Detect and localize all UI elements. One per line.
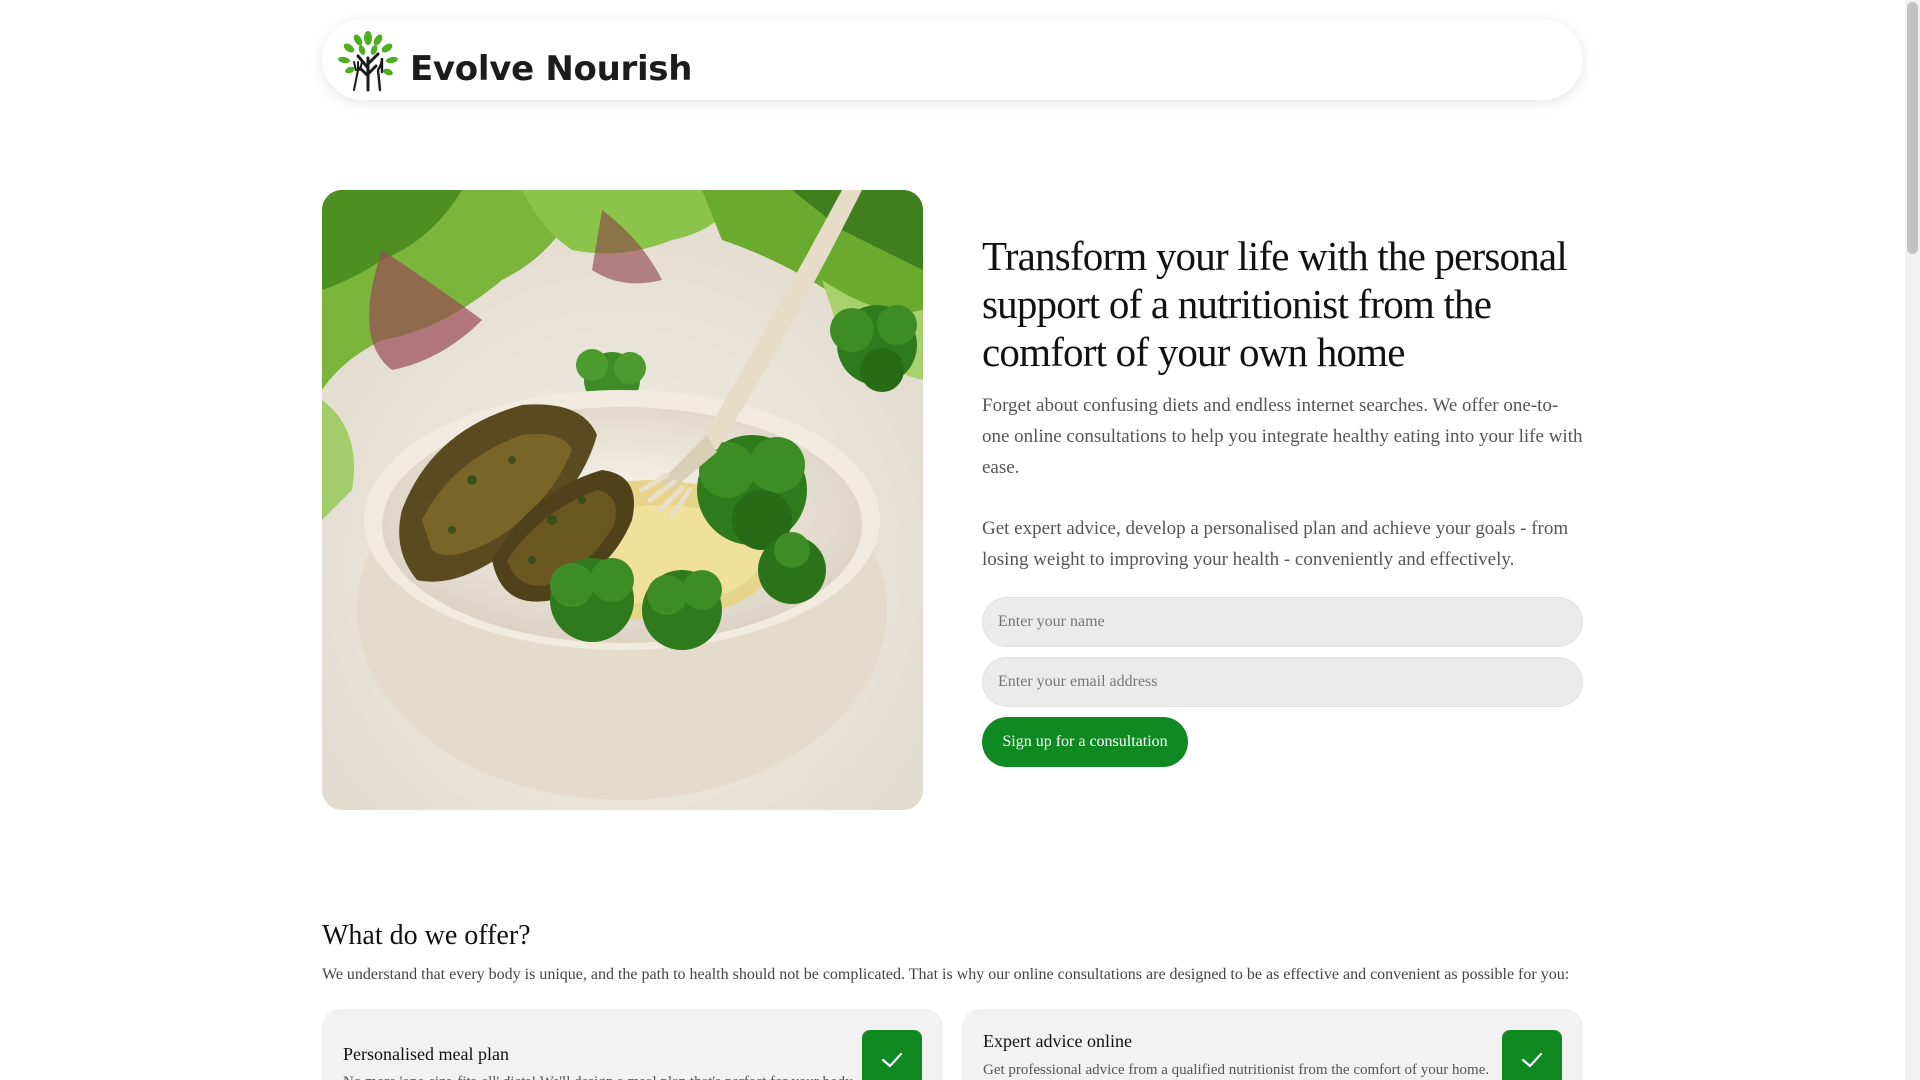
check-icon	[862, 1030, 922, 1080]
hero-content: Transform your life with the personal su…	[982, 232, 1583, 767]
check-icon	[1502, 1030, 1562, 1080]
logo[interactable]: Evolve Nourish	[332, 28, 692, 92]
offer-card-desc: No more 'one-size-fits-all' diets! We'll…	[343, 1071, 863, 1080]
offer-card-meal-plan: Personalised meal plan No more 'one-size…	[322, 1009, 943, 1080]
hero-paragraph-2: Get expert advice, develop a personalise…	[982, 518, 1569, 570]
offer-card-title: Expert advice online	[983, 1031, 1132, 1051]
page-scrollbar[interactable]	[1905, 0, 1920, 1080]
tree-logo-icon	[338, 30, 398, 91]
offer-card-title: Personalised meal plan	[343, 1044, 509, 1064]
hero-paragraph-1: Forget about confusing diets and endless…	[982, 395, 1583, 478]
email-field-placeholder: Enter your email address	[998, 673, 1158, 690]
signup-consultation-button[interactable]: Sign up for a consultation	[982, 717, 1188, 767]
logo-text: Evolve Nourish	[410, 48, 693, 89]
offer-section-subtitle: We understand that every body is unique,…	[322, 966, 1570, 983]
offer-card-expert-advice: Expert advice online Get professional ad…	[962, 1009, 1583, 1080]
email-field[interactable]: Enter your email address	[982, 657, 1583, 707]
hero-image	[322, 190, 923, 810]
hero-title: Transform your life with the personal su…	[982, 233, 1568, 375]
name-field-placeholder: Enter your name	[998, 613, 1105, 630]
offer-section-title: What do we offer?	[322, 920, 531, 951]
scrollbar-thumb[interactable]	[1907, 2, 1918, 254]
site-header: Evolve Nourish	[322, 19, 1583, 100]
food-bowl-illustration	[322, 190, 923, 810]
name-field[interactable]: Enter your name	[982, 597, 1583, 647]
offer-card-desc: Get professional advice from a qualified…	[983, 1062, 1490, 1078]
